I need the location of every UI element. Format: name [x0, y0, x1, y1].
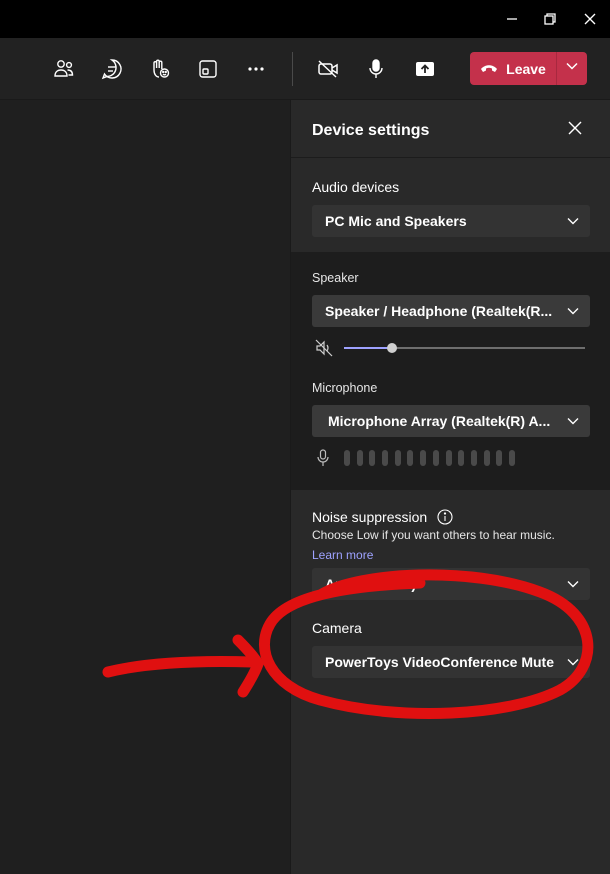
camera-label: Camera: [312, 620, 362, 636]
chevron-down-icon: [566, 577, 580, 591]
panel-title: Device settings: [312, 122, 430, 139]
noise-suppression-text: Noise suppression: [312, 509, 428, 525]
mic-level-bar: [445, 450, 452, 466]
mic-level-bar: [356, 450, 363, 466]
audio-devices-dropdown[interactable]: PC Mic and Speakers: [312, 205, 590, 237]
mic-level-bar: [382, 450, 389, 466]
info-icon[interactable]: [437, 509, 453, 528]
learn-more-link[interactable]: Learn more: [312, 548, 373, 562]
more-icon[interactable]: [242, 55, 270, 83]
chat-icon[interactable]: [98, 55, 126, 83]
close-icon[interactable]: [577, 6, 603, 32]
close-icon: [568, 121, 582, 140]
close-panel-button[interactable]: [565, 120, 585, 140]
microphone-value: Microphone Array (Realtek(R) A...: [328, 413, 551, 429]
mic-level-bar: [432, 450, 439, 466]
speaker-muted-icon[interactable]: [314, 338, 334, 363]
speaker-dropdown[interactable]: Speaker / Headphone (Realtek(R...: [312, 295, 590, 327]
leave-label: Leave: [506, 60, 546, 77]
microphone-dropdown[interactable]: Microphone Array (Realtek(R) A...: [312, 405, 590, 437]
mic-level-bar: [508, 450, 515, 466]
restore-icon[interactable]: [537, 6, 563, 32]
device-settings-panel: Device settings Audio devices PC Mic and…: [290, 100, 610, 874]
audio-devices-label: Audio devices: [312, 179, 400, 195]
speaker-volume-fill: [344, 347, 393, 349]
leave-options-button[interactable]: [557, 52, 587, 85]
speaker-volume-slider[interactable]: [344, 343, 585, 353]
meeting-toolbar: Leave: [0, 38, 610, 100]
mic-icon[interactable]: [362, 55, 390, 83]
noise-suppression-label: Noise suppression: [312, 509, 453, 528]
leave-main[interactable]: Leave: [470, 52, 556, 85]
people-icon[interactable]: [50, 55, 78, 83]
hangup-icon: [480, 61, 498, 77]
speaker-label: Speaker: [312, 271, 359, 285]
mic-level-bar: [407, 450, 414, 466]
mic-level-bar: [496, 450, 503, 466]
mic-level-bar: [394, 450, 401, 466]
toolbar-divider: [292, 52, 293, 86]
chevron-down-icon: [566, 304, 580, 318]
mic-level-bar: [458, 450, 465, 466]
microphone-level-icon: [315, 449, 331, 472]
minimize-icon[interactable]: [499, 6, 525, 32]
rooms-icon[interactable]: [194, 55, 222, 83]
chevron-down-icon: [566, 414, 580, 428]
chevron-down-icon: [565, 59, 579, 78]
camera-dropdown[interactable]: PowerToys VideoConference Mute: [312, 646, 590, 678]
microphone-label: Microphone: [312, 381, 378, 395]
share-icon[interactable]: [411, 55, 439, 83]
camera-off-icon[interactable]: [314, 55, 342, 83]
panel-header: Device settings: [291, 100, 610, 158]
camera-value: PowerToys VideoConference Mute: [325, 654, 554, 670]
title-bar: [0, 0, 610, 38]
leave-button[interactable]: Leave: [470, 52, 587, 85]
noise-suppression-dropdown[interactable]: Auto (default): [312, 568, 590, 600]
chevron-down-icon: [566, 655, 580, 669]
noise-suppression-description: Choose Low if you want others to hear mu…: [312, 528, 555, 542]
meeting-stage: [0, 100, 290, 874]
mic-level-bar: [483, 450, 490, 466]
mic-level-bar: [344, 450, 350, 466]
reactions-icon[interactable]: [146, 55, 174, 83]
noise-suppression-value: Auto (default): [325, 576, 416, 592]
chevron-down-icon: [566, 214, 580, 228]
audio-devices-value: PC Mic and Speakers: [325, 213, 467, 229]
microphone-level-meter: [344, 450, 515, 466]
mic-level-bar: [420, 450, 427, 466]
speaker-value: Speaker / Headphone (Realtek(R...: [325, 303, 553, 319]
mic-level-bar: [470, 450, 477, 466]
mic-level-bar: [369, 450, 376, 466]
